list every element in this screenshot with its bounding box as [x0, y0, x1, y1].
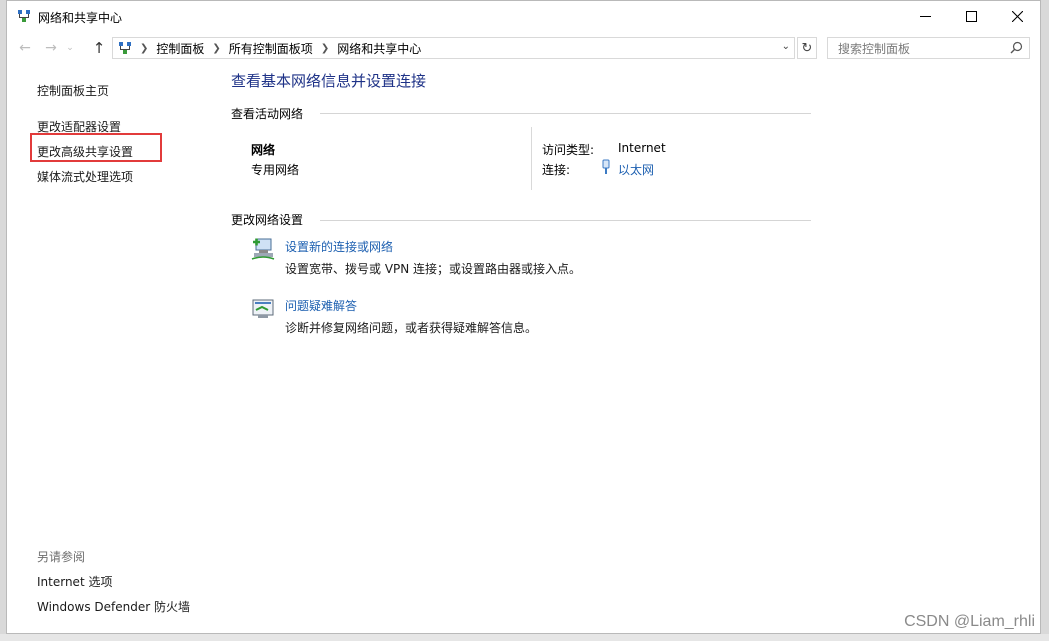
sidebar-link-firewall[interactable]: Windows Defender 防火墙 [37, 598, 190, 615]
taskbar-edge [0, 634, 1049, 641]
breadcrumb-separator-icon[interactable]: ❯ [140, 43, 148, 54]
ethernet-icon [602, 159, 610, 174]
ethernet-connection-link[interactable]: 以太网 [618, 161, 654, 178]
access-type-value: Internet [618, 141, 666, 155]
see-also-heading: 另请参阅 [37, 550, 86, 564]
title-bar[interactable]: 网络和共享中心 [7, 1, 1040, 32]
network-sharing-center-window: 网络和共享中心 ← → ⌄ ↑ ❯ 控制面板 ❯ 所有控制面板项 ❯ 网络和共享… [6, 0, 1041, 634]
sidebar-link-internet-options[interactable]: Internet 选项 [37, 573, 112, 590]
network-app-icon [18, 10, 30, 22]
breadcrumb-separator-icon[interactable]: ❯ [321, 43, 329, 54]
search-icon[interactable] [1010, 41, 1023, 54]
arrow-left-icon: ← [19, 40, 31, 56]
back-button[interactable]: ← [15, 39, 35, 57]
setup-new-connection-link[interactable]: 设置新的连接或网络 [285, 238, 393, 255]
minimize-button[interactable] [902, 1, 948, 32]
arrow-right-icon: → [45, 40, 57, 56]
section-divider [320, 220, 811, 221]
recent-locations-button[interactable]: ⌄ [65, 39, 75, 57]
vertical-divider [531, 127, 532, 190]
refresh-icon: ↻ [801, 40, 813, 56]
minimize-icon [919, 16, 931, 17]
search-input[interactable] [836, 39, 1010, 59]
navigation-bar: ← → ⌄ ↑ ❯ 控制面板 ❯ 所有控制面板项 ❯ 网络和共享中心 ⌄ ↻ [7, 34, 1040, 62]
active-networks-heading: 查看活动网络 [231, 107, 304, 121]
connection-label: 连接: [542, 163, 571, 177]
breadcrumb-separator-icon[interactable]: ❯ [212, 43, 220, 54]
refresh-button[interactable]: ↻ [797, 37, 817, 59]
address-bar[interactable]: ❯ 控制面板 ❯ 所有控制面板项 ❯ 网络和共享中心 ⌄ [112, 37, 795, 59]
close-icon [1011, 11, 1023, 22]
maximize-button[interactable] [948, 1, 994, 32]
network-type: 专用网络 [251, 163, 300, 177]
forward-button[interactable]: → [41, 39, 61, 57]
up-button[interactable]: ↑ [89, 39, 109, 57]
maximize-icon [965, 11, 977, 22]
breadcrumb-network-center[interactable]: 网络和共享中心 [337, 40, 421, 57]
network-location-icon [119, 42, 131, 54]
troubleshoot-description: 诊断并修复网络问题，或者获得疑难解答信息。 [285, 321, 538, 335]
arrow-up-icon: ↑ [92, 39, 106, 57]
new-connection-icon [251, 238, 275, 260]
sidebar-link-home[interactable]: 控制面板主页 [37, 82, 109, 99]
breadcrumb-control-panel[interactable]: 控制面板 [156, 40, 204, 57]
setup-new-connection-description: 设置宽带、拨号或 VPN 连接；或设置路由器或接入点。 [285, 262, 582, 276]
search-box[interactable] [827, 37, 1030, 59]
change-settings-heading: 更改网络设置 [231, 213, 304, 227]
access-type-label: 访问类型: [542, 143, 595, 157]
red-highlight-box [30, 133, 162, 162]
section-divider [320, 113, 811, 114]
page-title: 查看基本网络信息并设置连接 [231, 72, 427, 90]
address-dropdown-icon[interactable]: ⌄ [782, 41, 790, 52]
sidebar-link-media-streaming[interactable]: 媒体流式处理选项 [37, 168, 133, 185]
window-title: 网络和共享中心 [38, 11, 123, 25]
troubleshoot-link[interactable]: 问题疑难解答 [285, 297, 357, 314]
breadcrumb-all-items[interactable]: 所有控制面板项 [229, 40, 313, 57]
chevron-down-icon: ⌄ [66, 43, 74, 53]
troubleshoot-icon [252, 299, 274, 318]
watermark: CSDN @Liam_rhli [904, 613, 1035, 630]
close-button[interactable] [994, 1, 1040, 32]
network-name: 网络 [251, 143, 276, 157]
